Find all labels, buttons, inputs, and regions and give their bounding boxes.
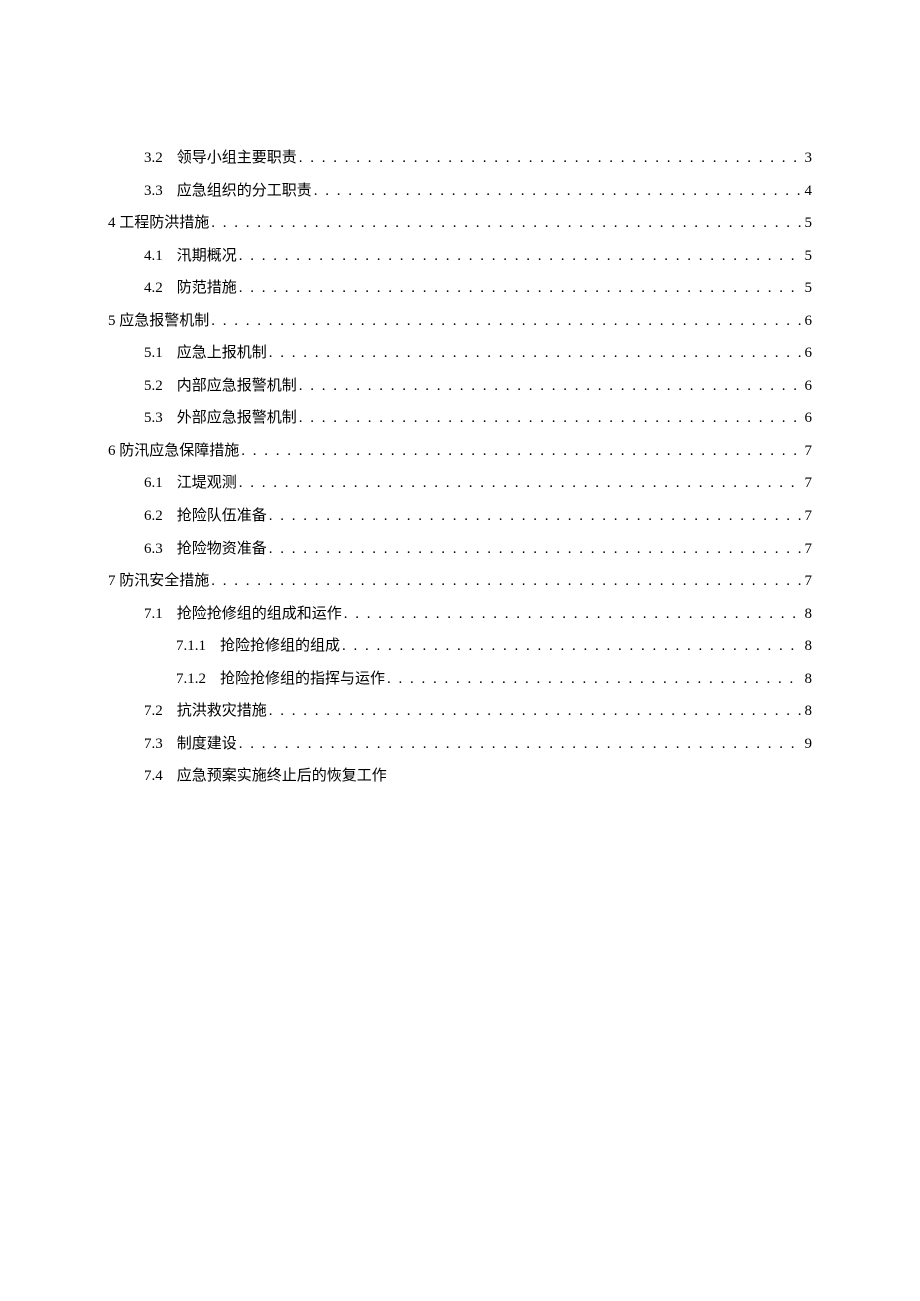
toc-entry-number: 6.1	[144, 467, 163, 500]
toc-entry-title: 抢险抢修组的组成	[220, 630, 340, 663]
toc-entry-title: 内部应急报警机制	[177, 370, 297, 403]
toc-entry-page: 8	[803, 630, 813, 663]
toc-entry-title: 应急上报机制	[177, 337, 267, 370]
toc-entry-title: 抢险抢修组的组成和运作	[177, 598, 342, 631]
toc-entry: 5 应急报警机制 6	[108, 305, 812, 338]
table-of-contents: 3.2 领导小组主要职责 3 3.3 应急组织的分工职责 4 4 工程防洪措施 5 4.1 汛期概…	[108, 142, 812, 793]
toc-leader-dots	[269, 533, 801, 566]
toc-entry-title: 抢险队伍准备	[177, 500, 267, 533]
toc-entry-number: 5.3	[144, 402, 163, 435]
toc-entry-number: 7.1.2	[176, 663, 206, 696]
toc-leader-dots	[344, 598, 801, 631]
document-page: 3.2 领导小组主要职责 3 3.3 应急组织的分工职责 4 4 工程防洪措施 5 4.1 汛期概…	[0, 0, 920, 1301]
toc-leader-dots	[211, 565, 800, 598]
toc-entry-page: 7	[803, 435, 813, 468]
toc-leader-dots	[239, 272, 801, 305]
toc-entry-title: 江堤观测	[177, 467, 237, 500]
toc-entry: 5.2 内部应急报警机制 6	[108, 370, 812, 403]
toc-entry-number: 5.2	[144, 370, 163, 403]
toc-leader-dots	[239, 240, 801, 273]
toc-entry: 7.2 抗洪救灾措施 8	[108, 695, 812, 728]
toc-entry-page: 3	[803, 142, 813, 175]
toc-entry-page: 8	[803, 598, 813, 631]
toc-entry-title: 应急组织的分工职责	[177, 175, 312, 208]
toc-entry-title: 汛期概况	[177, 240, 237, 273]
toc-entry-title: 6 防汛应急保障措施	[108, 435, 239, 468]
toc-entry-page: 6	[803, 305, 813, 338]
toc-leader-dots	[299, 370, 801, 403]
toc-entry-number: 6.3	[144, 533, 163, 566]
toc-entry-title: 应急预案实施终止后的恢复工作	[177, 760, 387, 793]
toc-entry-title: 抢险物资准备	[177, 533, 267, 566]
toc-entry: 3.3 应急组织的分工职责 4	[108, 175, 812, 208]
toc-entry: 5.3 外部应急报警机制 6	[108, 402, 812, 435]
toc-entry-title: 抗洪救灾措施	[177, 695, 267, 728]
toc-entry-page: 5	[803, 207, 813, 240]
toc-entry: 6.3 抢险物资准备 7	[108, 533, 812, 566]
toc-entry-title: 制度建设	[177, 728, 237, 761]
toc-entry-page: 7	[803, 565, 813, 598]
toc-entry-page: 4	[803, 175, 813, 208]
toc-entry-number: 3.2	[144, 142, 163, 175]
toc-entry-number: 5.1	[144, 337, 163, 370]
toc-leader-dots	[211, 207, 800, 240]
toc-entry: 7 防汛安全措施 7	[108, 565, 812, 598]
toc-entry: 3.2 领导小组主要职责 3	[108, 142, 812, 175]
toc-entry-page: 7	[803, 500, 813, 533]
toc-leader-dots	[239, 467, 801, 500]
toc-entry-title: 防范措施	[177, 272, 237, 305]
toc-entry: 4.2 防范措施 5	[108, 272, 812, 305]
toc-leader-dots	[239, 728, 801, 761]
toc-entry: 7.1 抢险抢修组的组成和运作 8	[108, 598, 812, 631]
toc-entry: 6.2 抢险队伍准备 7	[108, 500, 812, 533]
toc-entry: 4 工程防洪措施 5	[108, 207, 812, 240]
toc-entry-title: 抢险抢修组的指挥与运作	[220, 663, 385, 696]
toc-entry-number: 7.3	[144, 728, 163, 761]
toc-entry: 7.3 制度建设 9	[108, 728, 812, 761]
toc-entry: 4.1 汛期概况 5	[108, 240, 812, 273]
toc-leader-dots	[269, 695, 801, 728]
toc-entry-title: 领导小组主要职责	[177, 142, 297, 175]
toc-leader-dots	[387, 663, 800, 696]
toc-entry-title: 外部应急报警机制	[177, 402, 297, 435]
toc-entry-page: 6	[803, 337, 813, 370]
toc-entry-page: 6	[803, 402, 813, 435]
toc-entry-page: 5	[803, 272, 813, 305]
toc-entry: 7.4 应急预案实施终止后的恢复工作	[108, 760, 812, 793]
toc-entry-page: 6	[803, 370, 813, 403]
toc-entry: 5.1 应急上报机制 6	[108, 337, 812, 370]
toc-entry: 7.1.1 抢险抢修组的组成 8	[108, 630, 812, 663]
toc-leader-dots	[299, 142, 801, 175]
toc-entry: 6 防汛应急保障措施 7	[108, 435, 812, 468]
toc-leader-dots	[342, 630, 800, 663]
toc-entry-number: 7.4	[144, 760, 163, 793]
toc-leader-dots	[314, 175, 801, 208]
toc-entry-page: 8	[803, 663, 813, 696]
toc-entry-page: 8	[803, 695, 813, 728]
toc-entry-number: 4.2	[144, 272, 163, 305]
toc-entry-number: 7.2	[144, 695, 163, 728]
toc-leader-dots	[269, 337, 801, 370]
toc-leader-dots	[299, 402, 801, 435]
toc-leader-dots	[241, 435, 800, 468]
toc-entry-number: 6.2	[144, 500, 163, 533]
toc-entry-number: 4.1	[144, 240, 163, 273]
toc-entry: 6.1 江堤观测 7	[108, 467, 812, 500]
toc-entry-number: 7.1	[144, 598, 163, 631]
toc-leader-dots	[211, 305, 800, 338]
toc-entry-number: 3.3	[144, 175, 163, 208]
toc-entry-page: 9	[803, 728, 813, 761]
toc-entry-page: 7	[803, 467, 813, 500]
toc-entry-page: 5	[803, 240, 813, 273]
toc-entry-page: 7	[803, 533, 813, 566]
toc-entry-title: 5 应急报警机制	[108, 305, 209, 338]
toc-entry-title: 4 工程防洪措施	[108, 207, 209, 240]
toc-leader-dots	[269, 500, 801, 533]
toc-entry-number: 7.1.1	[176, 630, 206, 663]
toc-entry: 7.1.2 抢险抢修组的指挥与运作 8	[108, 663, 812, 696]
toc-entry-title: 7 防汛安全措施	[108, 565, 209, 598]
